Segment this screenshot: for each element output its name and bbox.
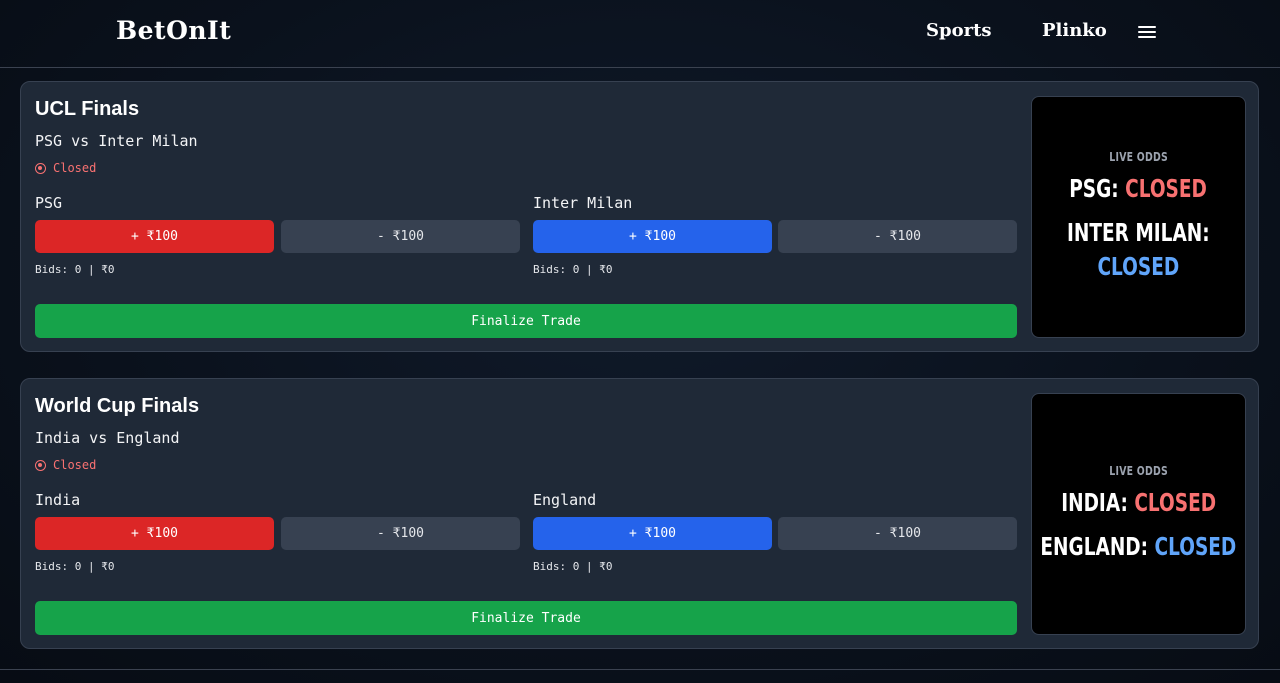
closed-status-icon [35, 460, 46, 471]
footer-divider [0, 669, 1280, 670]
team-a-name: PSG [35, 194, 63, 212]
menu-bar [1138, 26, 1156, 28]
nav-link-plinko[interactable]: Plinko [1042, 20, 1107, 41]
team-a-odds: INDIA: CLOSED [1061, 486, 1216, 520]
finalize-trade-button[interactable]: Finalize Trade [35, 304, 1017, 338]
hamburger-menu-icon[interactable] [1138, 24, 1156, 40]
team-b-bids: Bids: 0 | ₹0 [533, 560, 613, 573]
market-card: UCL Finals PSG vs Inter Milan Closed PSG… [20, 81, 1259, 352]
team-a-odds: PSG: CLOSED [1070, 172, 1208, 206]
match-label: India vs England [35, 429, 180, 447]
team-a-bids: Bids: 0 | ₹0 [35, 560, 115, 573]
menu-bar [1138, 31, 1156, 33]
nav-link-sports[interactable]: Sports [926, 20, 992, 41]
brand-logo[interactable]: BetOnIt [116, 16, 231, 45]
team-b-name: Inter Milan [533, 194, 633, 212]
team-a-plus-button[interactable]: + ₹100 [35, 517, 274, 550]
live-odds-label: LIVE ODDS [1109, 150, 1168, 164]
live-odds-panel: LIVE ODDS INDIA: CLOSED ENGLAND: CLOSED [1031, 393, 1246, 635]
team-b-odds-label: INTER MILAN: [1067, 218, 1210, 247]
team-b-minus-button[interactable]: - ₹100 [778, 517, 1017, 550]
team-b-odds: ENGLAND: CLOSED [1041, 530, 1237, 564]
team-a-odds-value: CLOSED [1125, 174, 1208, 203]
team-a-minus-button[interactable]: - ₹100 [281, 517, 520, 550]
match-label: PSG vs Inter Milan [35, 132, 198, 150]
top-navbar: BetOnIt Sports Plinko [0, 0, 1280, 68]
closed-status-icon [35, 163, 46, 174]
menu-bar [1138, 36, 1156, 38]
market-title: UCL Finals [35, 98, 140, 120]
team-a-bids: Bids: 0 | ₹0 [35, 263, 115, 276]
team-b-odds-value: CLOSED [1154, 532, 1237, 561]
market-title: World Cup Finals [35, 395, 200, 417]
live-odds-panel: LIVE ODDS PSG: CLOSED INTER MILAN: CLOSE… [1031, 96, 1246, 338]
team-b-minus-button[interactable]: - ₹100 [778, 220, 1017, 253]
team-b-odds-label: ENGLAND: [1040, 532, 1149, 561]
team-b-odds: INTER MILAN: CLOSED [1067, 216, 1210, 284]
market-card: World Cup Finals India vs England Closed… [20, 378, 1259, 649]
team-b-name: England [533, 491, 597, 509]
team-b-plus-button[interactable]: + ₹100 [533, 517, 772, 550]
status-text: Closed [53, 161, 97, 175]
team-a-plus-button[interactable]: + ₹100 [35, 220, 274, 253]
team-a-odds-label: PSG: [1069, 174, 1120, 203]
team-a-odds-value: CLOSED [1134, 488, 1216, 517]
live-odds-label: LIVE ODDS [1109, 464, 1168, 478]
team-b-odds-value: CLOSED [1097, 252, 1180, 281]
team-b-bids: Bids: 0 | ₹0 [533, 263, 613, 276]
team-a-odds-label: INDIA: [1061, 488, 1128, 517]
team-a-minus-button[interactable]: - ₹100 [281, 220, 520, 253]
team-b-plus-button[interactable]: + ₹100 [533, 220, 772, 253]
team-a-name: India [35, 491, 81, 509]
finalize-trade-button[interactable]: Finalize Trade [35, 601, 1017, 635]
status-text: Closed [53, 458, 97, 472]
